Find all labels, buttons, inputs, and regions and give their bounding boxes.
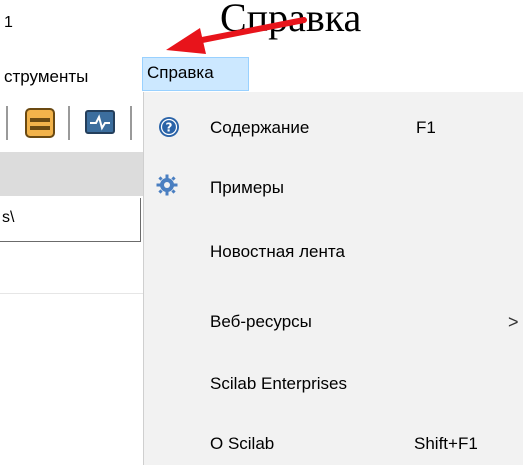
menu-item-news-feed[interactable]: Новостная лента [144, 222, 523, 282]
toolbar-separator [68, 106, 70, 140]
folder-icon[interactable] [22, 104, 58, 142]
menu-item-label: O Scilab [210, 434, 275, 453]
path-field[interactable]: s\ [0, 198, 141, 242]
menu-item-web-resources[interactable]: Веб-ресурсы > [144, 292, 523, 352]
menu-item-examples[interactable]: Примеры [144, 158, 523, 218]
menu-item-label: Новостная лента [210, 242, 345, 261]
menu-item-contents[interactable]: ? Содержание F1 [144, 98, 523, 158]
divider [0, 293, 145, 294]
chevron-right-icon: > [508, 312, 519, 332]
toolbar-separator [130, 106, 132, 140]
menu-item-label: Примеры [210, 178, 284, 197]
annotation-title: Справка [220, 0, 362, 40]
menu-item-shortcut: F1 [416, 118, 436, 137]
menu-tools[interactable]: струменты [0, 64, 92, 90]
toolbar [0, 96, 145, 146]
menu-bar: струменты [0, 58, 523, 92]
svg-text:?: ? [166, 121, 173, 135]
panel-header [0, 152, 145, 196]
menu-item-label: Веб-ресурсы [210, 312, 312, 331]
help-question-icon: ? [158, 116, 180, 138]
monitor-icon[interactable] [82, 104, 118, 142]
menu-help[interactable]: Справка [142, 57, 249, 91]
menu-item-label: Scilab Enterprises [210, 374, 348, 393]
menu-item-label: Содержание [210, 118, 310, 137]
help-dropdown-menu: ? Содержание F1 Примеры Новостная лента … [143, 92, 523, 465]
menu-item-about-scilab[interactable]: O Scilab Shift+F1 [144, 414, 523, 465]
menu-item-scilab-enterprises[interactable]: Scilab Enterprises [144, 354, 523, 414]
toolbar-separator [6, 106, 8, 140]
window-title-fragment: 1 [4, 14, 13, 31]
gear-icon [156, 174, 178, 196]
menu-item-shortcut: Shift+F1 [414, 434, 478, 453]
